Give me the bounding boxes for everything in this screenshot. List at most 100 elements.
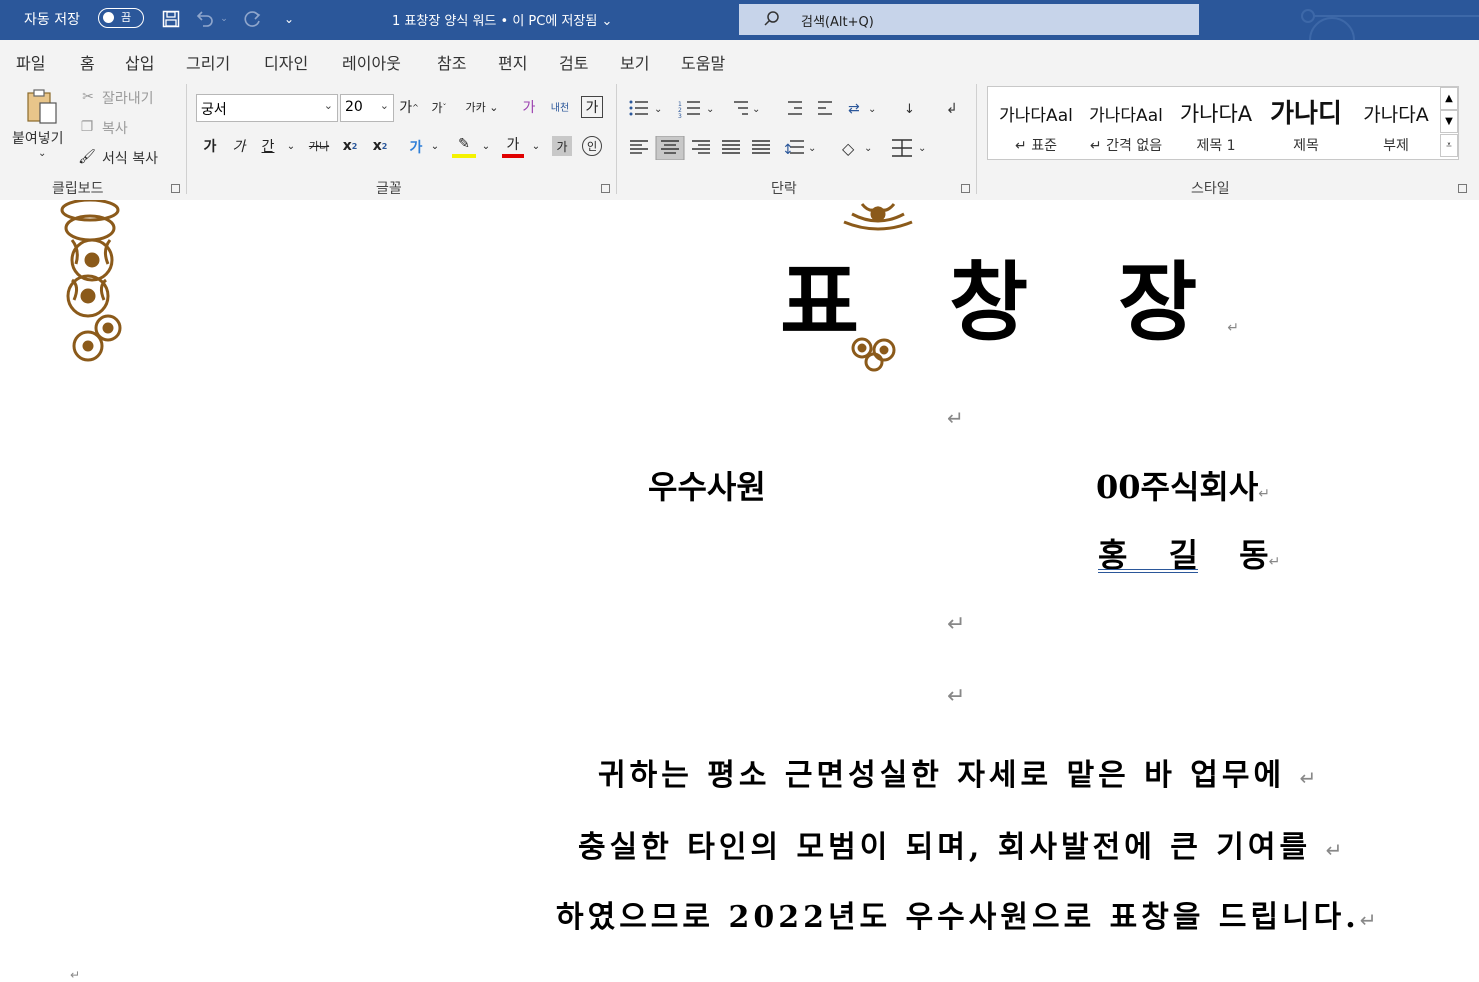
style-no-spacing[interactable]: 가나다Aal ↵ 간격 없음 [1082, 87, 1170, 159]
paragraph-mark: ↵ [1268, 554, 1281, 570]
font-color-icon[interactable]: 가 [502, 134, 524, 158]
character-shading-icon[interactable]: 가 [552, 136, 572, 156]
underline-icon[interactable]: 간 [258, 136, 278, 156]
paragraph-mark: ↵ [1299, 766, 1321, 790]
font-group-label: 글꼴 [376, 181, 402, 197]
undo-dropdown-icon[interactable]: ⌄ [218, 8, 230, 30]
clipboard-group-label: 클립보드 [52, 181, 104, 197]
group-separator [976, 84, 977, 194]
font-size-combo[interactable]: 20 ⌄ [340, 94, 394, 122]
tab-view[interactable]: 보기 [620, 50, 649, 74]
svg-text:↓: ↓ [904, 102, 915, 117]
tab-draw[interactable]: 그리기 [186, 50, 230, 74]
styles-more-icon[interactable]: ⩡ [1440, 134, 1458, 157]
group-separator [186, 84, 187, 194]
document-canvas[interactable]: 표 창 장↵ ↵ 우수사원 00주식회사↵ 홍 길 동↵ ↵ ↵ 귀하는 평소 … [0, 200, 1479, 982]
cut-icon[interactable]: ✂ [80, 88, 96, 106]
change-case-icon[interactable]: 가카 ⌄ [462, 96, 502, 118]
paragraph-mark: ↵ [1227, 320, 1239, 336]
style-heading-1[interactable]: 가나다A 제목 1 [1172, 87, 1260, 159]
copy-button[interactable]: 복사 [102, 118, 128, 138]
enclose-characters-icon[interactable]: 인 [582, 136, 602, 156]
tab-layout[interactable]: 레이아웃 [342, 50, 401, 74]
font-color-dropdown-icon[interactable]: ⌄ [530, 136, 542, 156]
shrink-font-icon[interactable]: 가ˇ [428, 96, 450, 118]
svg-text:⇄: ⇄ [848, 101, 860, 117]
save-icon[interactable] [160, 8, 182, 30]
undo-icon[interactable] [194, 8, 216, 30]
paragraph-mark: ↵ [947, 612, 966, 637]
text-effects-icon[interactable]: 가 [404, 136, 428, 158]
cut-button[interactable]: 잘라내기 [102, 88, 154, 108]
font-launcher-icon[interactable] [601, 184, 610, 193]
font-name-combo[interactable]: 궁서 ⌄ [196, 94, 338, 122]
ribbon-tabs: 파일 홈 삽입 그리기 디자인 레이아웃 참조 편지 검토 보기 도움말 [0, 40, 1479, 82]
subscript-icon[interactable]: x2 [340, 136, 360, 156]
style-title[interactable]: 가나디 제목 [1262, 87, 1350, 159]
tab-help[interactable]: 도움말 [681, 50, 725, 74]
tab-file[interactable]: 파일 [16, 50, 45, 74]
style-sample: 가나다A [1363, 104, 1429, 126]
tab-references[interactable]: 참조 [437, 50, 466, 74]
format-painter-icon[interactable]: 🖌 [78, 148, 96, 166]
search-icon [764, 11, 779, 26]
character-border-icon[interactable]: 가 [581, 96, 603, 118]
paragraph-launcher-icon[interactable] [961, 184, 970, 193]
italic-icon[interactable]: 가 [229, 136, 249, 156]
svg-text:⌄: ⌄ [864, 143, 872, 154]
clear-formatting-icon[interactable]: 가 [518, 96, 540, 118]
paste-icon[interactable] [22, 86, 62, 126]
text-effects-dropdown-icon[interactable]: ⌄ [429, 136, 441, 156]
style-name: 제목 [1293, 138, 1319, 154]
styles-scroll-up-icon[interactable]: ▲ [1440, 87, 1458, 110]
bold-icon[interactable]: 가 [200, 136, 220, 156]
document-title[interactable]: 1 표창장 양식 워드 • 이 PC에 저장됨 ⌄ [392, 10, 612, 29]
style-name: 제목 1 [1196, 138, 1236, 154]
paragraph-mark: ↵ [1359, 908, 1381, 932]
autosave-state: 끔 [121, 11, 132, 24]
certificate-title: 표 창 장↵ [780, 232, 1239, 357]
chevron-down-icon: ⌄ [379, 99, 389, 112]
tab-mailings[interactable]: 편지 [498, 50, 527, 74]
paragraph-mark: ↵ [1258, 486, 1271, 502]
format-painter-button[interactable]: 서식 복사 [102, 148, 158, 168]
search-placeholder: 검색(Alt+Q) [801, 15, 874, 30]
font-size-value: 20 [345, 99, 363, 115]
copy-icon[interactable]: ❐ [78, 118, 96, 136]
style-name: ↵ 간격 없음 [1089, 138, 1163, 154]
title-bar: 자동 저장 끔 ⌄ ⌄ 1 표창장 양식 워드 • 이 PC에 저장됨 ⌄ 검색… [0, 0, 1479, 40]
svg-text:3: 3 [678, 113, 682, 118]
strikethrough-icon[interactable]: 가나 [306, 136, 332, 156]
style-sample: 가나디 [1270, 99, 1342, 129]
tab-insert[interactable]: 삽입 [125, 50, 154, 74]
grow-font-icon[interactable]: 가 ^ [398, 96, 420, 118]
style-name: ↵ 표준 [1015, 138, 1057, 154]
paragraph-row1-icons[interactable]: 123 ⌄ ⌄ ⌄ ⇄ ⌄ ↓ ↲ [628, 98, 968, 118]
style-normal[interactable]: 가나다Aal ↵ 표준 [992, 87, 1080, 159]
paragraph-row2-icons[interactable]: ↕ ⌄ ◇ ⌄ ⌄ [628, 136, 928, 160]
superscript-icon[interactable]: x2 [370, 136, 390, 156]
customize-qat-icon[interactable]: ⌄ [278, 8, 300, 30]
spell-underline [1098, 569, 1198, 573]
styles-launcher-icon[interactable] [1458, 184, 1467, 193]
company-line: 00주식회사↵ [1096, 462, 1270, 508]
font-name-value: 궁서 [201, 102, 227, 118]
tab-home[interactable]: 홈 [78, 50, 97, 82]
search-box[interactable]: 검색(Alt+Q) [739, 4, 1199, 35]
paste-button[interactable]: 붙여넣기 [12, 128, 64, 148]
svg-text:⌄: ⌄ [868, 104, 876, 115]
highlight-icon[interactable]: ✎ [452, 134, 476, 158]
redo-icon[interactable] [242, 8, 264, 30]
body-text: 충실한 타인의 모범이 되며, 회사발전에 큰 기여를 [578, 830, 1312, 865]
underline-dropdown-icon[interactable]: ⌄ [284, 136, 298, 156]
style-sample: 가나다Aal [999, 106, 1073, 126]
clipboard-launcher-icon[interactable] [171, 184, 180, 193]
styles-scroll-down-icon[interactable]: ▼ [1440, 110, 1458, 133]
style-subtitle[interactable]: 가나다A 부제 [1352, 87, 1440, 159]
phonetic-guide-icon[interactable]: 내천 [548, 94, 572, 118]
paste-dropdown-icon[interactable]: ⌄ [38, 148, 46, 159]
tab-review[interactable]: 검토 [559, 50, 588, 74]
autosave-toggle[interactable]: 끔 [98, 8, 144, 28]
tab-design[interactable]: 디자인 [264, 50, 308, 74]
highlight-dropdown-icon[interactable]: ⌄ [480, 136, 492, 156]
